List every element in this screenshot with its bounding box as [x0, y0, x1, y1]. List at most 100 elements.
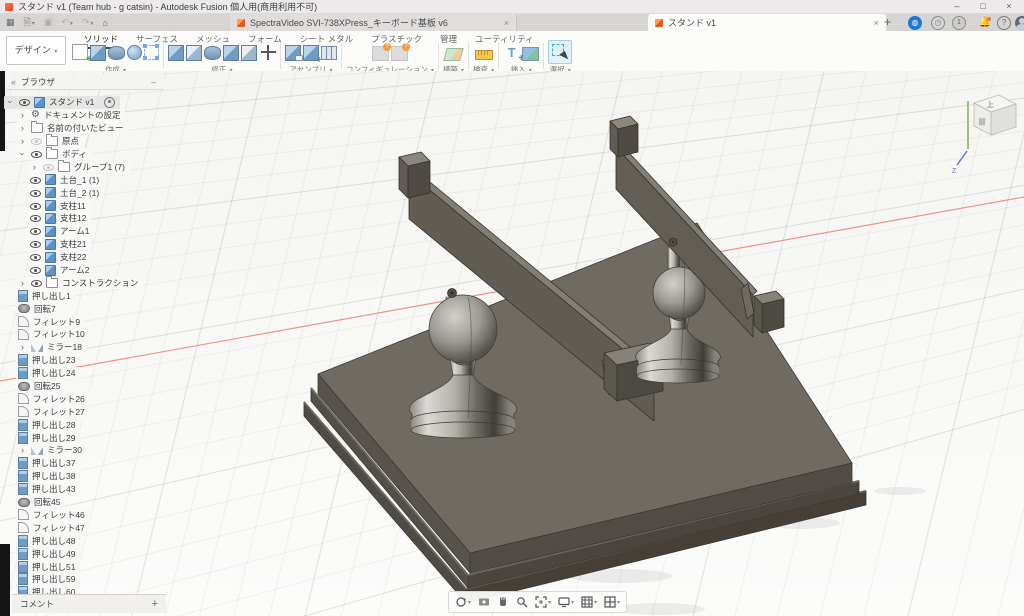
tab-close-icon[interactable]: ×: [504, 18, 509, 28]
document-tab-inactive[interactable]: SpectraVideo SVI-738XPress_キーボード基板 v6 ×: [230, 14, 517, 31]
joint-icon[interactable]: [303, 45, 319, 61]
expand-arrow-icon[interactable]: ›: [18, 278, 27, 288]
browser-row[interactable]: アーム1: [0, 225, 143, 238]
visibility-eye-icon[interactable]: [30, 226, 41, 236]
configuration-table-icon[interactable]: [391, 46, 408, 61]
fit-icon[interactable]: ▾: [535, 596, 551, 608]
comment-bar[interactable]: コメント +: [12, 594, 166, 613]
orbit-icon[interactable]: ▾: [455, 596, 471, 608]
profile-badge-icon[interactable]: 1: [952, 16, 966, 30]
tab-close-icon[interactable]: ×: [874, 18, 879, 28]
document-tab-active[interactable]: スタンド v1 ×: [648, 14, 886, 31]
construction-plane-icon[interactable]: [443, 48, 464, 61]
collapse-panel-icon[interactable]: «: [11, 77, 16, 87]
close-button[interactable]: ×: [996, 0, 1022, 13]
expand-arrow-icon[interactable]: ›: [18, 342, 27, 352]
browser-row[interactable]: 押し出し37: [0, 457, 143, 470]
new-tab-button[interactable]: +: [884, 15, 891, 29]
primitive-icon[interactable]: [144, 45, 159, 60]
browser-row[interactable]: 支柱21: [0, 238, 143, 251]
browser-row[interactable]: 押し出し1: [0, 289, 143, 302]
browser-header[interactable]: « ブラウザ –: [6, 74, 164, 90]
visibility-eye-icon[interactable]: [30, 213, 41, 223]
canvas-icon[interactable]: [522, 47, 539, 61]
visibility-eye-icon[interactable]: [43, 162, 54, 172]
browser-row[interactable]: 押し出し28: [0, 418, 143, 431]
browser-row[interactable]: 押し出し29: [0, 431, 143, 444]
expand-arrow-icon[interactable]: ›: [18, 123, 27, 133]
browser-row[interactable]: 押し出し43: [0, 483, 143, 496]
expand-arrow-icon[interactable]: ›: [30, 162, 39, 172]
browser-row[interactable]: 押し出し51: [0, 560, 143, 573]
visibility-eye-icon[interactable]: [30, 252, 41, 262]
browser-row[interactable]: 押し出し48: [0, 534, 143, 547]
browser-row[interactable]: フィレット27: [0, 405, 143, 418]
job-status-icon[interactable]: ◷: [931, 16, 945, 30]
browser-row[interactable]: フィレット9: [0, 315, 143, 328]
browser-row[interactable]: ›⚙ドキュメントの設定: [0, 109, 143, 122]
visibility-eye-icon[interactable]: [30, 239, 41, 249]
save-icon[interactable]: ▣: [44, 17, 53, 28]
browser-row[interactable]: 押し出し49: [0, 547, 143, 560]
browser-row[interactable]: 押し出し38: [0, 470, 143, 483]
help-icon[interactable]: ?: [997, 16, 1011, 30]
browser-row[interactable]: 支柱12: [0, 212, 143, 225]
activate-component-radio[interactable]: [104, 97, 115, 108]
display-settings-icon[interactable]: ▾: [558, 596, 574, 608]
browser-row[interactable]: 押し出し24: [0, 367, 143, 380]
home-icon[interactable]: ⌂: [102, 18, 107, 28]
browser-row[interactable]: ›ミラー18: [0, 341, 143, 354]
visibility-eye-icon[interactable]: [30, 188, 41, 198]
shell-icon[interactable]: [186, 45, 202, 61]
undo-icon[interactable]: ↶▾: [61, 17, 73, 28]
browser-row[interactable]: 支柱11: [0, 199, 143, 212]
expand-arrow-icon[interactable]: ›: [18, 445, 27, 455]
browser-row[interactable]: ›スタンド v1: [0, 96, 143, 109]
browser-row[interactable]: 土台_1 (1): [0, 173, 143, 186]
browser-row[interactable]: フィレット26: [0, 392, 143, 405]
pan-icon[interactable]: [497, 596, 509, 608]
browser-row[interactable]: 回転45: [0, 496, 143, 509]
browser-row[interactable]: 回転25: [0, 380, 143, 393]
notification-bell-icon[interactable]: 🔔: [978, 16, 992, 30]
browser-row[interactable]: ›原点: [0, 135, 143, 148]
grid-settings-icon[interactable]: ▾: [581, 596, 597, 608]
extensions-icon[interactable]: ◍: [908, 16, 922, 30]
expand-arrow-icon[interactable]: ›: [18, 150, 28, 159]
maximize-button[interactable]: □: [970, 0, 996, 13]
visibility-eye-icon[interactable]: [31, 136, 42, 146]
visibility-eye-icon[interactable]: [31, 149, 42, 159]
create-sketch-icon[interactable]: [72, 44, 88, 60]
offset-face-icon[interactable]: [241, 45, 257, 61]
browser-row[interactable]: 押し出し23: [0, 354, 143, 367]
model-base-body[interactable]: [304, 223, 866, 603]
rigid-group-icon[interactable]: [321, 46, 337, 60]
measure-icon[interactable]: [475, 50, 493, 60]
move-copy-icon[interactable]: [259, 44, 276, 61]
new-component-icon[interactable]: [285, 45, 301, 61]
look-at-icon[interactable]: [478, 596, 490, 608]
expand-arrow-icon[interactable]: ›: [6, 98, 16, 107]
browser-row[interactable]: 支柱22: [0, 251, 143, 264]
workspace-switcher-design[interactable]: デザイン ▾: [6, 36, 66, 65]
browser-row[interactable]: 押し出し59: [0, 573, 143, 586]
redo-icon[interactable]: ↷▾: [82, 17, 94, 28]
zoom-icon[interactable]: [516, 596, 528, 608]
browser-row[interactable]: ›グループ1 (7): [0, 160, 143, 173]
press-pull-icon[interactable]: [168, 45, 184, 61]
select-tool-icon[interactable]: [548, 40, 572, 64]
file-icon[interactable]: 🗎▾: [24, 15, 35, 31]
visibility-eye-icon[interactable]: [30, 175, 41, 185]
browser-row[interactable]: 土台_2 (1): [0, 186, 143, 199]
visibility-eye-icon[interactable]: [30, 201, 41, 211]
revolve-icon[interactable]: [108, 46, 125, 60]
configuration-icon[interactable]: [372, 46, 389, 61]
viewports-icon[interactable]: ▾: [604, 596, 620, 608]
fillet-icon[interactable]: [204, 46, 221, 60]
minimize-button[interactable]: –: [944, 0, 970, 13]
sweep-icon[interactable]: [127, 45, 142, 60]
view-cube[interactable]: 上 前 Z: [952, 95, 1016, 175]
minimize-panel-icon[interactable]: –: [151, 77, 156, 87]
browser-row[interactable]: ›ミラー30: [0, 444, 143, 457]
add-comment-icon[interactable]: +: [152, 598, 158, 610]
